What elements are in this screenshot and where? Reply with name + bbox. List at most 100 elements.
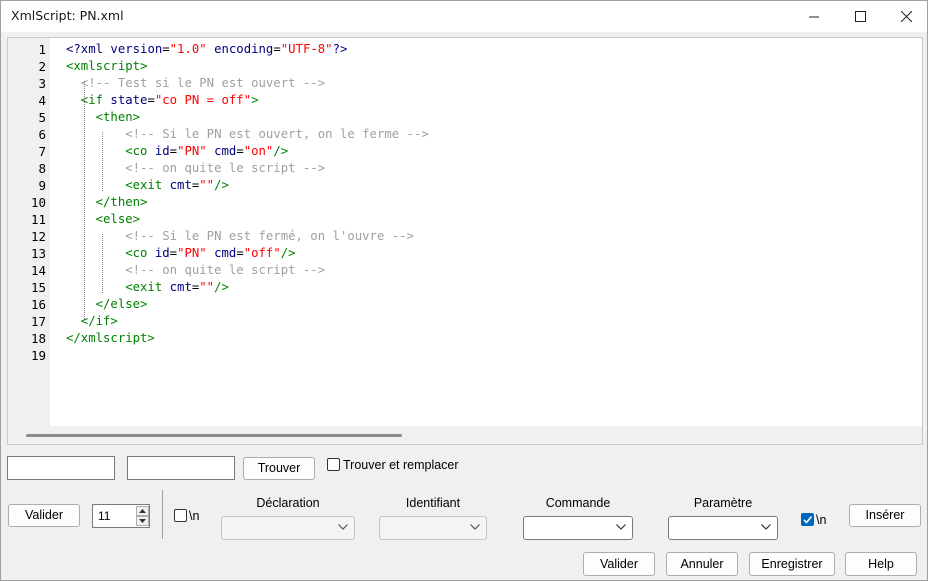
find-replace-label: Trouver et remplacer xyxy=(343,458,459,472)
indent-guide xyxy=(102,132,103,191)
insert-button[interactable]: Insérer xyxy=(849,504,921,527)
checkmark-icon xyxy=(803,515,813,524)
code-line[interactable]: <!-- Test si le PN est ouvert --> xyxy=(66,75,325,92)
indent-guide xyxy=(102,234,103,293)
code-token: <!-- Si le PN est fermé, on l'ouvre --> xyxy=(66,229,414,243)
code-line[interactable]: <!-- Si le PN est fermé, on l'ouvre --> xyxy=(66,228,414,245)
code-token: </xmlscript> xyxy=(66,331,155,345)
code-token: cmd xyxy=(206,246,237,260)
line-number: 12 xyxy=(30,229,46,244)
close-button[interactable] xyxy=(883,1,928,32)
line-number: 18 xyxy=(30,331,46,346)
newline-right-checkbox[interactable] xyxy=(801,513,814,526)
code-line[interactable]: </else> xyxy=(66,296,148,313)
command-combo[interactable] xyxy=(523,516,633,540)
identifier-label: Identifiant xyxy=(405,496,461,510)
line-number: 2 xyxy=(38,59,46,74)
code-token: </then> xyxy=(66,195,148,209)
line-number: 15 xyxy=(30,280,46,295)
indent-value[interactable]: 11 xyxy=(98,509,110,523)
spin-down-button[interactable] xyxy=(136,516,149,526)
declaration-combo[interactable] xyxy=(221,516,355,540)
title-bar[interactable]: XmlScript: PN.xml xyxy=(1,1,927,32)
horizontal-scrollbar[interactable] xyxy=(8,426,922,444)
code-line[interactable]: </then> xyxy=(66,194,148,211)
save-button[interactable]: Enregistrer xyxy=(749,552,835,576)
line-number: 14 xyxy=(30,263,46,278)
code-token: = xyxy=(236,144,244,158)
help-button[interactable]: Help xyxy=(845,552,917,576)
newline-left-label: \n xyxy=(189,509,200,523)
chevron-down-icon xyxy=(470,524,480,530)
code-token: "1.0" xyxy=(169,42,207,56)
code-token: <!-- on quite le script --> xyxy=(66,263,326,277)
validate-line-button[interactable]: Valider xyxy=(8,504,80,527)
close-icon xyxy=(900,11,912,22)
code-line[interactable]: <exit cmt=""/> xyxy=(66,279,229,296)
find-input[interactable] xyxy=(7,456,115,480)
line-number: 7 xyxy=(38,144,46,159)
line-number: 17 xyxy=(30,314,46,329)
code-line[interactable]: </xmlscript> xyxy=(66,330,155,347)
code-token: "co PN = off" xyxy=(154,93,252,107)
parameter-label: Paramètre xyxy=(693,496,753,510)
maximize-button[interactable] xyxy=(837,1,883,32)
spin-up-button[interactable] xyxy=(136,506,149,516)
code-line[interactable]: <co id="PN" cmd="off"/> xyxy=(66,245,295,262)
code-token: "PN" xyxy=(177,144,207,158)
xml-code-editor[interactable]: 1 2 3 4 5 6 7 8 9 10 11 12 13 14 15 16 17 18 19 <?xml vers… xyxy=(7,37,923,445)
caret-down-icon xyxy=(139,519,146,523)
ok-button[interactable]: Valider xyxy=(583,552,655,576)
chevron-down-icon xyxy=(761,524,771,530)
code-token: "off" xyxy=(243,246,281,260)
code-line[interactable]: <xmlscript> xyxy=(66,58,147,75)
minimize-button[interactable] xyxy=(791,1,837,32)
newline-left-checkbox[interactable] xyxy=(174,509,187,522)
code-token: = xyxy=(147,93,155,107)
code-token: = xyxy=(169,246,178,260)
code-line[interactable]: <exit cmt=""/> xyxy=(66,177,229,194)
window-title: XmlScript: PN.xml xyxy=(11,8,124,23)
find-button[interactable]: Trouver xyxy=(243,457,315,480)
code-token: <co xyxy=(66,144,155,158)
xmlscript-window: XmlScript: PN.xml 1 2 3 4 5 6 7 8 9 10 11 12 13 14 15 1… xyxy=(0,0,928,581)
code-token: <!-- Si le PN est ouvert, on le ferme --… xyxy=(66,127,429,141)
code-token: version xyxy=(110,42,163,56)
code-line[interactable]: <then> xyxy=(66,109,140,126)
code-line[interactable]: <!-- on quite le script --> xyxy=(66,160,325,177)
code-line[interactable]: <!-- on quite le script --> xyxy=(66,262,325,279)
code-token: "UTF-8" xyxy=(280,42,333,56)
line-number: 16 xyxy=(30,297,46,312)
code-line[interactable]: <else> xyxy=(66,211,140,228)
chevron-down-icon xyxy=(616,524,626,530)
identifier-combo[interactable] xyxy=(379,516,487,540)
scrollbar-thumb[interactable] xyxy=(26,434,402,437)
code-token: = xyxy=(236,246,244,260)
code-token: <else> xyxy=(66,212,141,226)
declaration-label: Déclaration xyxy=(256,496,320,510)
line-number: 1 xyxy=(38,42,46,57)
code-line[interactable]: <co id="PN" cmd="on"/> xyxy=(66,143,288,160)
code-token: "" xyxy=(199,280,215,294)
code-token: cmt xyxy=(169,280,192,294)
code-token: <xmlscript> xyxy=(66,59,148,73)
code-token: <!-- on quite le script --> xyxy=(66,161,326,175)
newline-right-label: \n xyxy=(816,513,827,527)
code-line[interactable]: <?xml version="1.0" encoding="UTF-8"?> xyxy=(66,41,347,58)
maximize-icon xyxy=(854,11,866,22)
code-line[interactable]: <if state="co PN = off"> xyxy=(66,92,259,109)
line-number: 4 xyxy=(38,93,46,108)
replace-input[interactable] xyxy=(127,456,235,480)
code-token: "PN" xyxy=(177,246,207,260)
line-number: 19 xyxy=(30,348,46,363)
cancel-button[interactable]: Annuler xyxy=(666,552,738,576)
code-token: id xyxy=(154,144,170,158)
find-replace-checkbox[interactable] xyxy=(327,458,340,471)
chevron-down-icon xyxy=(338,524,348,530)
code-line[interactable]: </if> xyxy=(66,313,118,330)
code-line[interactable]: <!-- Si le PN est ouvert, on le ferme --… xyxy=(66,126,429,143)
parameter-combo[interactable] xyxy=(668,516,778,540)
indent-spinner[interactable]: 11 xyxy=(92,504,150,528)
code-token: <exit xyxy=(66,178,170,192)
line-number: 11 xyxy=(30,212,46,227)
